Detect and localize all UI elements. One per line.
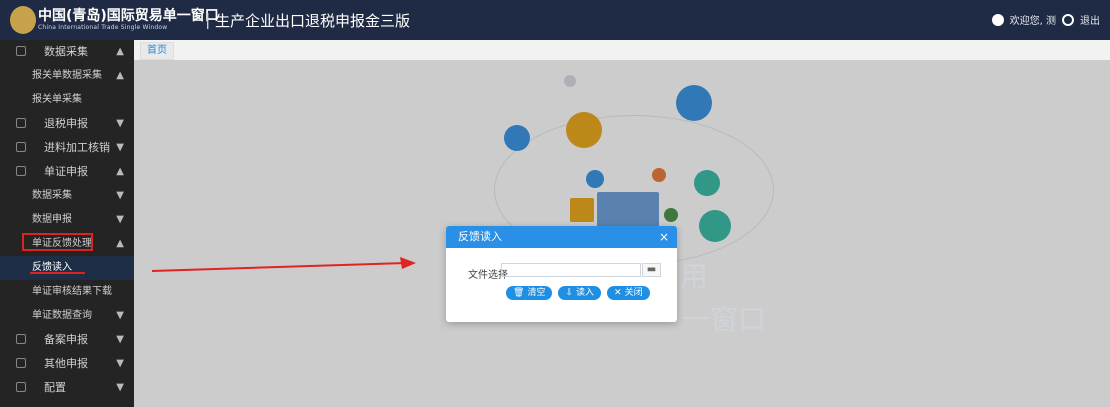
highlight-underline (30, 272, 85, 274)
dialog-close-icon[interactable]: × (659, 226, 669, 248)
gear-icon (16, 382, 26, 392)
database-icon (16, 46, 26, 56)
caret-icon: ▲ (116, 166, 124, 177)
background-slogan-2: 一窗口 (682, 303, 767, 336)
welcome-text: 欢迎您, 测 (1009, 16, 1056, 27)
sidebar-item-filing[interactable]: 备案申报 ▼ (0, 328, 134, 352)
system-title: 生产企业出口退税申报金三版 (215, 12, 411, 30)
highlight-box (22, 233, 93, 251)
sidebar-item-label: 反馈读入 (32, 262, 72, 273)
dialog-title: 反馈读入 (458, 230, 502, 243)
sidebar-item-customs-collect[interactable]: 报关单采集 (0, 88, 134, 112)
close-icon: ✕ (614, 288, 622, 298)
read-button-label: 读入 (576, 288, 595, 298)
sidebar-item-doc-declare[interactable]: 单证申报 ▲ (0, 160, 134, 184)
logo-emblem-icon (10, 6, 36, 34)
read-button[interactable]: ⇩ 读入 (558, 286, 602, 300)
document-icon (16, 142, 26, 152)
sidebar-item-label: 配置 (44, 381, 66, 394)
tab-bar: 首页 (134, 40, 1110, 61)
sidebar-item-customs-data[interactable]: 报关单数据采集 ▲ (0, 64, 134, 88)
sidebar-item-label: 数据申报 (32, 214, 72, 225)
caret-icon: ▼ (116, 382, 124, 393)
sidebar-item-label: 单证审核结果下载 (32, 286, 112, 297)
caret-icon: ▼ (116, 334, 124, 345)
download-icon: ⇩ (565, 288, 573, 298)
sidebar-item-label: 数据采集 (44, 45, 88, 58)
clear-button[interactable]: 🗑 清空 (506, 286, 553, 300)
dialog-header: 反馈读入 × (446, 226, 677, 248)
sidebar-item-label: 单证申报 (44, 165, 88, 178)
caret-icon: ▲ (116, 70, 124, 81)
caret-icon: ▼ (116, 358, 124, 369)
background-slogan-1: 用 (680, 260, 709, 293)
sidebar-item-doc-query[interactable]: 单证数据查询 ▼ (0, 304, 134, 328)
database-icon (16, 166, 26, 176)
logout-link[interactable]: 退出 (1080, 12, 1100, 27)
folder-open-icon[interactable]: ▬ (642, 263, 661, 277)
red-arrow (151, 257, 416, 272)
close-button-label: 关闭 (624, 288, 643, 298)
document-icon (16, 358, 26, 368)
caret-icon: ▲ (116, 238, 124, 249)
file-path-input[interactable] (501, 263, 641, 277)
sidebar-item-sub-declare[interactable]: 数据申报 ▼ (0, 208, 134, 232)
trash-icon: 🗑 (513, 288, 525, 298)
sidebar-item-refund[interactable]: 退税申报 ▼ (0, 112, 134, 136)
user-area: 欢迎您, 测 退出 (991, 12, 1100, 27)
sidebar-item-label: 进料加工核销 (44, 141, 110, 154)
user-icon (991, 13, 1004, 26)
refund-icon (16, 118, 26, 128)
caret-icon: ▼ (116, 310, 124, 321)
power-icon[interactable] (1062, 13, 1074, 26)
top-bar: 中国(青岛)国际贸易单一窗口 China International Trade… (0, 0, 1110, 40)
logo-title-en: China International Trade Single Window (38, 24, 168, 31)
book-icon (16, 334, 26, 344)
sidebar-item-label: 备案申报 (44, 333, 88, 346)
sidebar-item-label: 报关单数据采集 (32, 70, 102, 81)
sidebar-item-label: 单证数据查询 (32, 310, 92, 321)
sidebar-item-label: 数据采集 (32, 190, 72, 201)
sidebar-item-sub-collect[interactable]: 数据采集 ▼ (0, 184, 134, 208)
sidebar: 数据采集 ▲ 报关单数据采集 ▲ 报关单采集 退税申报 ▼ 进料加工核销 ▼ 单… (0, 40, 134, 407)
sidebar-item-feedback-read[interactable]: 反馈读入 (0, 256, 134, 280)
sidebar-item-data-collect[interactable]: 数据采集 ▲ (0, 40, 134, 64)
tab-home[interactable]: 首页 (140, 42, 174, 60)
sidebar-item-label: 其他申报 (44, 357, 88, 370)
clear-button-label: 清空 (527, 288, 546, 298)
sidebar-item-other[interactable]: 其他申报 ▼ (0, 352, 134, 376)
caret-icon: ▼ (116, 118, 124, 129)
sidebar-item-label: 报关单采集 (32, 94, 82, 105)
sidebar-item-config[interactable]: 配置 ▼ (0, 376, 134, 400)
title-separator: | (205, 10, 211, 29)
close-button[interactable]: ✕ 关闭 (607, 286, 650, 300)
caret-icon: ▲ (116, 46, 124, 57)
feedback-read-dialog: 反馈读入 × 文件选择 ▬ 🗑 清空 ⇩ 读入 ✕ 关闭 (446, 226, 677, 322)
logo-title-cn: 中国(青岛)国际贸易单一窗口 (38, 8, 219, 24)
caret-icon: ▼ (116, 142, 124, 153)
dialog-buttons: 🗑 清空 ⇩ 读入 ✕ 关闭 (506, 286, 650, 300)
caret-icon: ▼ (116, 214, 124, 225)
sidebar-item-review-download[interactable]: 单证审核结果下载 (0, 280, 134, 304)
sidebar-item-label: 退税申报 (44, 117, 88, 130)
caret-icon: ▼ (116, 190, 124, 201)
sidebar-item-processing[interactable]: 进料加工核销 ▼ (0, 136, 134, 160)
